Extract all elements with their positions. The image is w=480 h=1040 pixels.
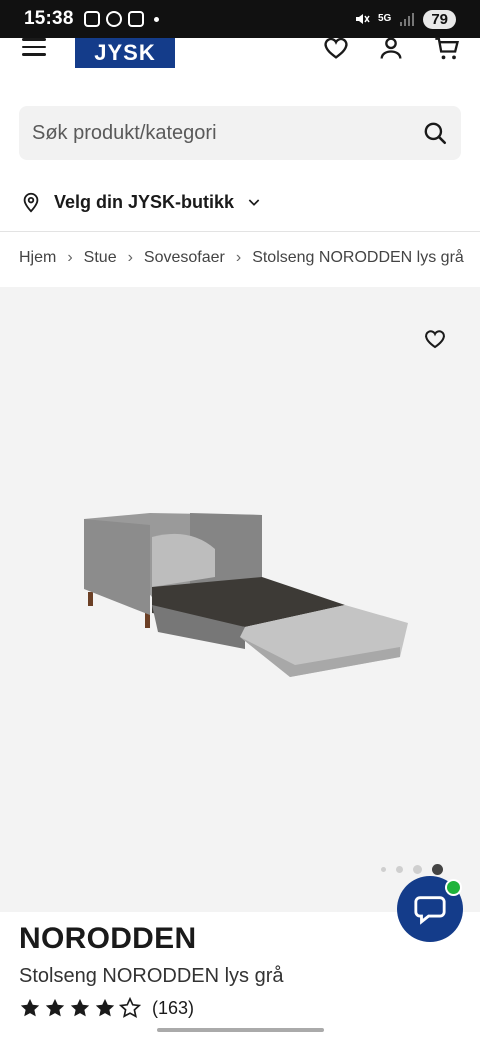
- product-image: [84, 513, 408, 677]
- more-notifications-icon: [153, 16, 159, 22]
- breadcrumb-separator-icon: ›: [127, 249, 133, 266]
- account-icon[interactable]: [377, 34, 405, 62]
- star-empty-icon: [119, 997, 141, 1018]
- network-type: 5G: [377, 13, 392, 24]
- breadcrumb-separator-icon: ›: [235, 249, 242, 266]
- menu-icon: [22, 38, 46, 41]
- online-status-indicator: [445, 879, 462, 896]
- store-selector[interactable]: Velg din JYSK-butikk: [20, 190, 262, 214]
- signal-icon: [400, 13, 415, 26]
- mute-icon: [355, 14, 370, 24]
- chevron-down-icon: [248, 199, 260, 206]
- search-icon[interactable]: [422, 120, 448, 146]
- breadcrumb-item-sovesofaer[interactable]: Sovesofaer: [144, 249, 225, 267]
- cart-icon[interactable]: [433, 34, 461, 62]
- status-time: 15:38: [24, 8, 74, 29]
- star-filled-icon: [20, 998, 40, 1017]
- search-bar: [19, 106, 461, 160]
- battery-level: 79: [423, 9, 456, 29]
- gallery-dot[interactable]: [396, 866, 403, 873]
- logo-text: JYSK: [94, 40, 156, 65]
- star-filled-icon: [70, 998, 90, 1017]
- breadcrumb: Hjem › Stue › Sovesofaer › Stolseng NORO…: [19, 249, 464, 267]
- gallery-dot[interactable]: [413, 865, 422, 874]
- app-notification-icon: [105, 11, 122, 27]
- star-filled-icon: [45, 998, 65, 1017]
- gallery-dot-active[interactable]: [432, 864, 443, 875]
- breadcrumb-item-current[interactable]: Stolseng NORODDEN lys grå: [252, 249, 464, 267]
- breadcrumb-separator-icon: ›: [67, 249, 73, 266]
- notification-icons: [83, 11, 159, 27]
- breadcrumb-item-stue[interactable]: Stue: [84, 249, 117, 267]
- product-subtitle: Stolseng NORODDEN lys grå: [19, 965, 284, 987]
- gallery-dot[interactable]: [381, 867, 386, 872]
- status-bar: 15:38 5G 79: [0, 0, 480, 38]
- gallery-pagination: [381, 864, 443, 875]
- site-header: JYSK: [0, 37, 480, 78]
- cube-icon: [127, 11, 144, 27]
- chat-bubble-icon: [414, 896, 446, 925]
- product-rating[interactable]: (163): [19, 997, 194, 1019]
- star-filled-icon: [95, 998, 115, 1017]
- product-name: NORODDEN: [19, 922, 197, 955]
- screenshot-icon: [83, 11, 100, 27]
- menu-button[interactable]: [22, 38, 46, 58]
- search-input[interactable]: [32, 121, 422, 145]
- review-count: (163): [152, 997, 195, 1018]
- jysk-logo[interactable]: JYSK: [75, 38, 175, 68]
- product-image-gallery[interactable]: [0, 287, 480, 912]
- chat-button[interactable]: [397, 876, 463, 942]
- wishlist-icon[interactable]: [322, 34, 350, 62]
- breadcrumb-item-home[interactable]: Hjem: [19, 249, 56, 267]
- location-pin-icon: [23, 192, 39, 213]
- add-to-wishlist-icon[interactable]: [423, 327, 447, 351]
- store-selector-label: Velg din JYSK-butikk: [54, 191, 235, 212]
- header-divider: [0, 231, 480, 232]
- home-indicator[interactable]: [157, 1028, 324, 1032]
